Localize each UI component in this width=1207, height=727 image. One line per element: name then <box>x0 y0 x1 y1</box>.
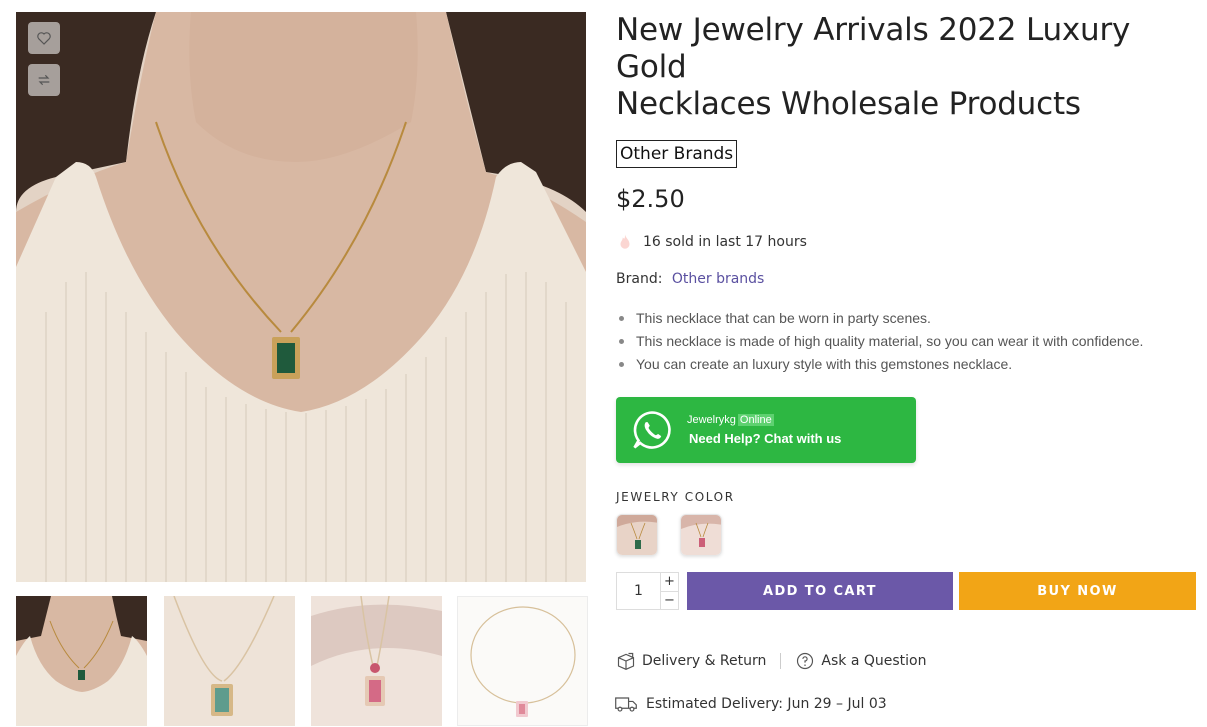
compare-button[interactable] <box>28 64 60 96</box>
feature-item: You can create an luxury style with this… <box>616 353 1201 376</box>
cart-row: + − ADD TO CART BUY NOW <box>616 572 1196 610</box>
compare-arrows-icon <box>38 74 50 86</box>
main-product-image[interactable] <box>16 12 586 582</box>
feature-list: This necklace that can be worn in party … <box>616 307 1201 376</box>
quantity-stepper: + − <box>616 572 679 610</box>
whatsapp-cta: Need Help? Chat with us <box>689 430 842 446</box>
swatch-image <box>681 515 721 555</box>
sold-counter: 16 sold in last 17 hours <box>616 233 1201 251</box>
color-swatches <box>616 514 1201 556</box>
product-info: New Jewelry Arrivals 2022 Luxury Gold Ne… <box>616 12 1201 556</box>
whatsapp-text: Jewelrykg Online Need Help? Chat with us <box>687 413 841 448</box>
brand-link[interactable]: Other brands <box>672 271 764 287</box>
ask-question-label: Ask a Question <box>821 653 927 669</box>
swatch-image <box>617 515 657 555</box>
link-separator <box>780 653 782 669</box>
thumbnail-image <box>16 596 147 726</box>
fire-icon <box>620 234 630 249</box>
whatsapp-icon <box>633 411 671 449</box>
quantity-decrease-button[interactable]: − <box>661 592 678 610</box>
thumbnail-image <box>458 597 587 725</box>
delivery-return-link[interactable]: Delivery & Return <box>616 651 766 671</box>
whatsapp-chat-button[interactable]: Jewelrykg Online Need Help? Chat with us <box>616 397 916 463</box>
product-title: New Jewelry Arrivals 2022 Luxury Gold Ne… <box>616 12 1201 123</box>
estimated-delivery: Estimated Delivery: Jun 29 – Jul 03 <box>614 694 887 714</box>
brand-line: Brand: Other brands <box>616 271 1201 287</box>
info-links: Delivery & Return Ask a Question <box>616 651 926 671</box>
product-price: $2.50 <box>616 185 685 213</box>
question-circle-icon <box>797 652 814 670</box>
buy-now-button[interactable]: BUY NOW <box>959 572 1196 610</box>
quantity-buttons: + − <box>660 573 678 609</box>
product-title-line-1: New Jewelry Arrivals 2022 Luxury Gold <box>616 12 1131 85</box>
ask-question-link[interactable]: Ask a Question <box>795 651 926 671</box>
box-return-icon <box>617 652 635 670</box>
whatsapp-agent-name: Jewelrykg <box>687 413 736 426</box>
thumbnail-strip <box>16 596 588 726</box>
thumbnail-1[interactable] <box>16 596 147 726</box>
estimated-delivery-text: Estimated Delivery: Jun 29 – Jul 03 <box>646 696 887 712</box>
whatsapp-status: Online <box>737 413 774 426</box>
swatch-green[interactable] <box>616 514 658 556</box>
brand-badge[interactable]: Other Brands <box>616 140 738 168</box>
wishlist-button[interactable] <box>28 22 60 54</box>
whatsapp-agent: Jewelrykg Online <box>687 413 841 427</box>
add-to-cart-button[interactable]: ADD TO CART <box>687 572 953 610</box>
thumbnail-3[interactable] <box>311 596 442 726</box>
variant-label: JEWELRY COLOR <box>616 490 735 504</box>
quantity-input[interactable] <box>617 573 660 609</box>
brand-label: Brand: <box>616 271 663 287</box>
product-title-line-2: Necklaces Wholesale Products <box>616 86 1081 122</box>
heart-icon <box>37 32 51 45</box>
quantity-increase-button[interactable]: + <box>661 573 678 592</box>
thumbnail-image <box>164 596 295 726</box>
thumbnail-2[interactable] <box>164 596 295 726</box>
model-necklace-photo <box>16 12 586 582</box>
thumbnail-image <box>311 596 442 726</box>
thumbnail-4[interactable] <box>457 596 588 726</box>
feature-item: This necklace is made of high quality ma… <box>616 330 1201 353</box>
sold-text: 16 sold in last 17 hours <box>643 234 807 250</box>
feature-item: This necklace that can be worn in party … <box>616 307 1201 330</box>
truck-icon <box>615 697 637 712</box>
delivery-return-label: Delivery & Return <box>642 653 767 669</box>
swatch-pink[interactable] <box>680 514 722 556</box>
